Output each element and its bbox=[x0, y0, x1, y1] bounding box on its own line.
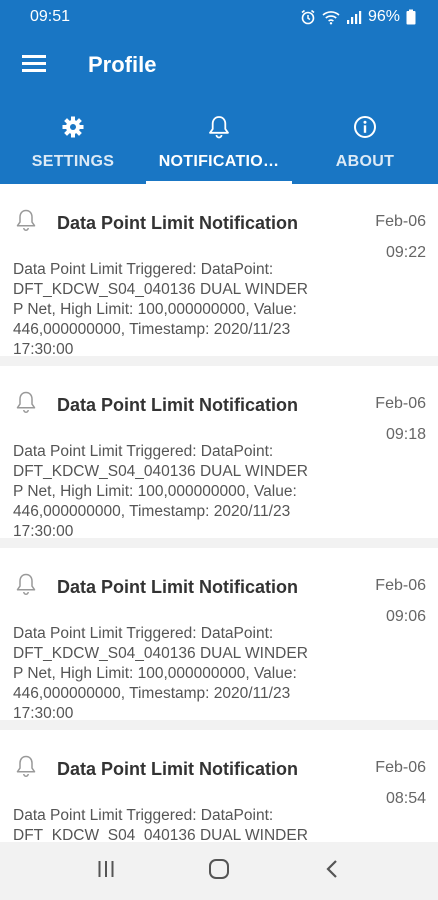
notification-time: 09:06 bbox=[385, 608, 426, 625]
status-icons: 96% bbox=[300, 8, 416, 26]
notification-body-line: DFT_KDCW_S04_040136 DUAL WINDER bbox=[13, 827, 308, 842]
status-time: 09:51 bbox=[30, 8, 71, 25]
notification-body-line: P Net, High Limit: 100,000000000, Value: bbox=[13, 665, 297, 682]
gear-icon bbox=[61, 114, 85, 140]
tab-notifications[interactable]: NOTIFICATIO… bbox=[146, 96, 292, 184]
notification-list[interactable]: Data Point Limit Notification Feb-06 09:… bbox=[0, 184, 438, 842]
recent-apps-button[interactable] bbox=[76, 851, 136, 891]
wifi-icon bbox=[322, 9, 340, 25]
back-icon bbox=[324, 858, 340, 885]
notification-date: Feb-06 bbox=[375, 577, 426, 594]
bell-icon bbox=[14, 208, 38, 237]
recent-apps-icon bbox=[96, 859, 116, 884]
notification-body-line: P Net, High Limit: 100,000000000, Value: bbox=[13, 483, 297, 500]
notification-body-line: P Net, High Limit: 100,000000000, Value: bbox=[13, 301, 297, 318]
notification-body-line: Data Point Limit Triggered: DataPoint: bbox=[13, 443, 274, 460]
notification-body: Data Point Limit Triggered: DataPoint: D… bbox=[13, 260, 333, 360]
notification-body-line: DFT_KDCW_S04_040136 DUAL WINDER bbox=[13, 281, 308, 298]
battery-icon bbox=[406, 9, 416, 25]
notification-date: Feb-06 bbox=[375, 213, 426, 230]
back-button[interactable] bbox=[302, 851, 362, 891]
tab-settings[interactable]: SETTINGS bbox=[0, 96, 146, 184]
bell-icon bbox=[207, 114, 231, 140]
notification-body-line: 446,000000000, Timestamp: 2020/11/23 bbox=[13, 503, 291, 520]
home-icon bbox=[208, 858, 230, 885]
bell-icon bbox=[14, 390, 38, 419]
battery-percent: 96% bbox=[367, 8, 400, 25]
menu-button[interactable] bbox=[0, 34, 72, 96]
notification-body-line: Data Point Limit Triggered: DataPoint: bbox=[13, 807, 274, 824]
notification-body-line: 446,000000000, Timestamp: 2020/11/23 bbox=[13, 685, 291, 702]
home-button[interactable] bbox=[189, 851, 249, 891]
notification-title: Data Point Limit Notification bbox=[57, 213, 298, 233]
notification-body-line: 17:30:00 bbox=[13, 341, 74, 358]
notification-time: 08:54 bbox=[385, 790, 426, 807]
notification-title: Data Point Limit Notification bbox=[57, 577, 298, 597]
system-navigation-bar bbox=[0, 842, 438, 900]
notification-time: 09:22 bbox=[385, 244, 426, 261]
tab-about-label: ABOUT bbox=[335, 153, 395, 170]
notification-body: Data Point Limit Triggered: DataPoint: D… bbox=[13, 806, 333, 842]
bell-icon bbox=[14, 754, 38, 783]
notification-body-line: Data Point Limit Triggered: DataPoint: bbox=[13, 625, 274, 642]
notification-card[interactable]: Data Point Limit Notification Feb-06 09:… bbox=[0, 548, 438, 722]
info-icon bbox=[353, 114, 377, 140]
tab-about[interactable]: ABOUT bbox=[292, 96, 438, 184]
notification-title: Data Point Limit Notification bbox=[57, 759, 298, 779]
notification-body-line: 17:30:00 bbox=[13, 705, 74, 722]
notification-date: Feb-06 bbox=[375, 395, 426, 412]
signal-icon bbox=[346, 9, 362, 25]
tab-bar: SETTINGS NOTIFICATIO… ABOUT bbox=[0, 96, 438, 184]
notification-body-line: DFT_KDCW_S04_040136 DUAL WINDER bbox=[13, 645, 308, 662]
phone-screen: 09:51 96% Profile SETTINGS NOTIFICATIO… … bbox=[0, 0, 438, 900]
hamburger-menu-icon bbox=[22, 53, 46, 78]
notification-card[interactable]: Data Point Limit Notification Feb-06 09:… bbox=[0, 366, 438, 540]
notification-time: 09:18 bbox=[385, 426, 426, 443]
bell-icon bbox=[14, 572, 38, 601]
notification-title: Data Point Limit Notification bbox=[57, 395, 298, 415]
tab-notifications-label: NOTIFICATIO… bbox=[158, 153, 280, 170]
notification-date: Feb-06 bbox=[375, 759, 426, 776]
alarm-icon bbox=[300, 9, 316, 25]
notification-body-line: DFT_KDCW_S04_040136 DUAL WINDER bbox=[13, 463, 308, 480]
notification-body-line: 446,000000000, Timestamp: 2020/11/23 bbox=[13, 321, 291, 338]
notification-body: Data Point Limit Triggered: DataPoint: D… bbox=[13, 442, 333, 542]
notification-body: Data Point Limit Triggered: DataPoint: D… bbox=[13, 624, 333, 724]
notification-body-line: 17:30:00 bbox=[13, 523, 74, 540]
page-title: Profile bbox=[88, 52, 157, 77]
notification-card[interactable]: Data Point Limit Notification Feb-06 08:… bbox=[0, 730, 438, 842]
notification-card[interactable]: Data Point Limit Notification Feb-06 09:… bbox=[0, 184, 438, 358]
status-bar: 09:51 96% bbox=[0, 0, 438, 34]
app-bar: Profile bbox=[0, 34, 438, 96]
tab-settings-label: SETTINGS bbox=[31, 153, 115, 170]
notification-body-line: Data Point Limit Triggered: DataPoint: bbox=[13, 261, 274, 278]
